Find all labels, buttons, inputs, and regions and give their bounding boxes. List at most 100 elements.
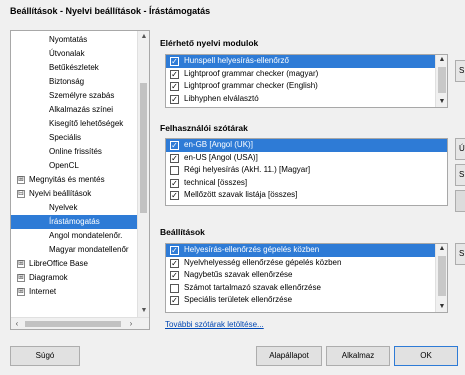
collapse-icon[interactable]: ⊟ — [17, 190, 25, 198]
list-item[interactable]: ✓ en-GB [Angol (UK)] — [166, 139, 447, 152]
list-item-label: technical [összes] — [184, 177, 248, 187]
scroll-down-icon[interactable]: ▼ — [436, 302, 447, 312]
tree-item[interactable]: ⊟ Nyelvi beállítások — [11, 187, 139, 201]
checkbox[interactable]: ✓ — [170, 94, 179, 104]
tree-item-label: Alkalmazás színei — [49, 105, 114, 114]
list-item-label: Helyesírás-ellenőrzés gépelés közben — [184, 245, 320, 254]
hscroll-thumb[interactable] — [25, 321, 121, 327]
tree-item[interactable]: Útvonalak — [11, 47, 139, 61]
reset-button[interactable]: Alapállapot — [256, 346, 322, 366]
list-item[interactable]: ✓ Lightproof grammar checker (English) — [166, 80, 447, 93]
checkbox[interactable]: ✓ — [170, 191, 179, 200]
list-item[interactable]: ✓ Libhyphen elválasztó — [166, 93, 447, 106]
tree-item[interactable]: OpenCL — [11, 159, 139, 173]
list-item[interactable]: ✓ Speciális területek ellenőrzése — [166, 294, 447, 307]
apply-button[interactable]: Alkalmaz — [326, 346, 390, 366]
checkbox[interactable]: ✓ — [170, 82, 179, 91]
scroll-up-icon[interactable]: ▲ — [436, 244, 447, 254]
ok-button[interactable]: OK — [394, 346, 458, 366]
list-item[interactable]: Számot tartalmazó szavak ellenőrzése — [166, 282, 447, 295]
list-item[interactable]: ✓ Helyesírás-ellenőrzés gépelés közben — [166, 244, 447, 257]
checkbox[interactable]: ✓ — [170, 258, 179, 268]
list-item-label: Régi helyesírás (AkH. 11.) [Magyar] — [184, 165, 311, 174]
more-dictionaries-link[interactable]: További szótárak letöltése... — [165, 320, 264, 329]
list-item[interactable]: Régi helyesírás (AkH. 11.) [Magyar] — [166, 164, 447, 177]
list-item[interactable]: ✓ en-US [Angol (USA)] — [166, 152, 447, 165]
tree-item-label: Magyar mondatellenőr — [49, 245, 129, 254]
modules-edit-button[interactable]: S — [455, 60, 465, 82]
list-item[interactable]: ✓ Hunspell helyesírás-ellenőrző — [166, 55, 447, 68]
tree-item-label: Írástámogatás — [49, 217, 100, 226]
tree-item-label: OpenCL — [49, 161, 79, 170]
help-button[interactable]: Súgó — [10, 346, 80, 366]
dictionary-new-button[interactable]: Ú — [455, 138, 465, 160]
expand-icon[interactable]: ⊞ — [17, 176, 25, 184]
list-item-label: Nagybetűs szavak ellenőrzése — [184, 270, 293, 279]
options-list[interactable]: ✓ Helyesírás-ellenőrzés gépelés közben ✓ Ny… — [165, 243, 448, 313]
options-heading: Beállítások — [160, 227, 205, 237]
tree-item[interactable]: Alkalmazás színei — [11, 103, 139, 117]
list-item-label: Mellőzött szavak listája [összes] — [184, 190, 298, 199]
tree-item[interactable]: Írástámogatás — [11, 215, 139, 229]
checkbox[interactable]: ✓ — [170, 69, 179, 79]
tree-item[interactable]: Nyelvek — [11, 201, 139, 215]
tree-item-label: LibreOffice Base — [29, 259, 88, 268]
scroll-down-icon[interactable]: ▼ — [436, 97, 447, 107]
list-item[interactable]: ✓ Nyelvhelyesség ellenőrzése gépelés közb… — [166, 257, 447, 270]
tree-item-label: Kisegítő lehetőségek — [49, 119, 124, 128]
scroll-up-icon[interactable]: ▲ — [436, 55, 447, 65]
scroll-left-icon[interactable]: ‹ — [11, 318, 23, 329]
list-item[interactable]: ✓ technical [összes] — [166, 177, 447, 190]
options-scrollbar[interactable]: ▲ ▼ — [435, 244, 447, 312]
dictionary-edit-button[interactable]: S — [455, 164, 465, 186]
scroll-thumb[interactable] — [140, 83, 147, 213]
tree-item[interactable]: Betűkészletek — [11, 61, 139, 75]
list-item[interactable]: ✓ Nagybetűs szavak ellenőrzése — [166, 269, 447, 282]
tree-item[interactable]: Online frissítés — [11, 145, 139, 159]
tree-item[interactable]: Speciális — [11, 131, 139, 145]
tree-item[interactable]: Angol mondatelenőr. — [11, 229, 139, 243]
options-edit-button[interactable]: S — [455, 243, 465, 265]
list-item[interactable]: ✓ Lightproof grammar checker (magyar) — [166, 68, 447, 81]
expand-icon[interactable]: ⊞ — [17, 260, 25, 268]
tree-item-label: Diagramok — [29, 273, 68, 282]
modules-heading: Elérhető nyelvi modulok — [160, 38, 259, 48]
checkbox[interactable]: ✓ — [170, 246, 179, 255]
list-item-label: Libhyphen elválasztó — [184, 93, 259, 103]
modules-list[interactable]: ✓ Hunspell helyesírás-ellenőrző ✓ Lightproo… — [165, 54, 448, 108]
tree-horizontal-scrollbar[interactable]: ‹ › — [11, 317, 149, 329]
tree-item[interactable]: ⊞ Internet — [11, 285, 139, 299]
checkbox[interactable]: ✓ — [170, 178, 179, 188]
scroll-right-icon[interactable]: › — [125, 318, 137, 329]
checkbox[interactable]: ✓ — [170, 271, 179, 280]
options-tree[interactable]: Nyomtatás Útvonalak Betűkészletek Biztonság… — [10, 30, 150, 330]
tree-item[interactable]: Kisegítő lehetőségek — [11, 117, 139, 131]
list-item[interactable]: ✓ Mellőzött szavak listája [összes] — [166, 189, 447, 202]
scroll-thumb[interactable] — [438, 67, 446, 93]
expand-icon[interactable]: ⊞ — [17, 288, 25, 296]
checkbox[interactable] — [170, 166, 179, 175]
scroll-down-icon[interactable]: ▼ — [138, 305, 149, 317]
checkbox[interactable] — [170, 283, 179, 293]
dictionaries-heading: Felhasználói szótárak — [160, 123, 248, 133]
tree-item[interactable]: Biztonság — [11, 75, 139, 89]
tree-item-label: Betűkészletek — [49, 63, 99, 72]
list-item-label: Számot tartalmazó szavak ellenőrzése — [184, 282, 321, 292]
tree-item[interactable]: Személyre szabás — [11, 89, 139, 103]
tree-item[interactable]: ⊞ Diagramok — [11, 271, 139, 285]
tree-item[interactable]: ⊞ Megnyitás és mentés — [11, 173, 139, 187]
modules-scrollbar[interactable]: ▲ ▼ — [435, 55, 447, 107]
checkbox[interactable]: ✓ — [170, 141, 179, 150]
list-item-label: Nyelvhelyesség ellenőrzése gépelés közbe… — [184, 257, 342, 267]
tree-vertical-scrollbar[interactable]: ▲ ▼ — [137, 31, 149, 329]
tree-item[interactable]: Nyomtatás — [11, 33, 139, 47]
scroll-up-icon[interactable]: ▲ — [138, 31, 149, 43]
checkbox[interactable]: ✓ — [170, 57, 179, 66]
checkbox[interactable]: ✓ — [170, 296, 179, 305]
expand-icon[interactable]: ⊞ — [17, 274, 25, 282]
scroll-thumb[interactable] — [438, 256, 446, 296]
tree-item[interactable]: Magyar mondatellenőr — [11, 243, 139, 257]
checkbox[interactable]: ✓ — [170, 153, 179, 163]
dictionaries-list[interactable]: ✓ en-GB [Angol (UK)] ✓ en-US [Angol (USA)] R… — [165, 138, 448, 206]
tree-item[interactable]: ⊞ LibreOffice Base — [11, 257, 139, 271]
